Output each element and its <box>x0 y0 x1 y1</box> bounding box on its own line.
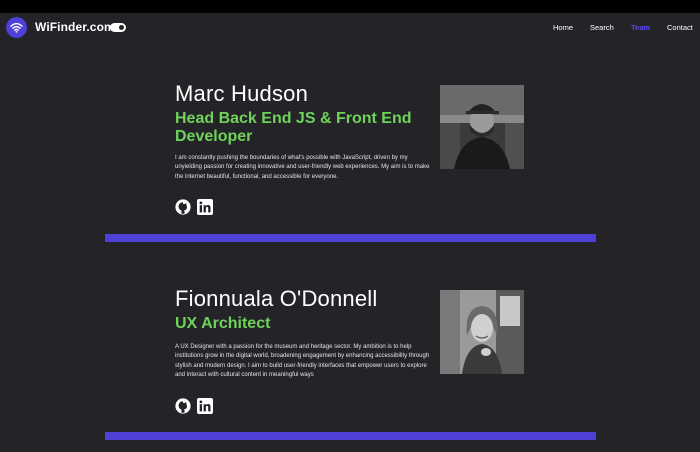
nav-link-contact[interactable]: Contact <box>667 23 693 32</box>
member-role: UX Architect <box>175 315 271 332</box>
member-bio: A UX Designer with a passion for the mus… <box>175 344 430 378</box>
member-name: Fionnuala O'Donnell <box>175 286 378 311</box>
nav-link-team[interactable]: Team <box>631 23 650 32</box>
github-icon[interactable] <box>175 398 191 414</box>
toggle-knob <box>119 25 124 30</box>
section-divider <box>105 432 596 440</box>
wifi-logo-icon[interactable] <box>6 17 27 38</box>
member-name: Marc Hudson <box>175 81 309 106</box>
nav-link-home[interactable]: Home <box>553 23 573 32</box>
nav-link-search[interactable]: Search <box>590 23 614 32</box>
member-photo <box>440 85 524 169</box>
section-divider <box>105 234 596 242</box>
brand-name[interactable]: WiFinder.com <box>35 20 115 34</box>
linkedin-icon[interactable] <box>197 398 213 414</box>
github-icon[interactable] <box>175 199 191 215</box>
navbar: WiFinder.com Home Search Team Contact <box>0 13 700 43</box>
top-strip <box>0 0 700 13</box>
linkedin-icon[interactable] <box>197 199 213 215</box>
member-role: Head Back End JS & Front End Developer <box>175 110 412 145</box>
theme-toggle[interactable] <box>110 23 126 32</box>
member-photo <box>440 290 524 374</box>
member-bio: I am constantly pushing the boundaries o… <box>175 155 430 180</box>
